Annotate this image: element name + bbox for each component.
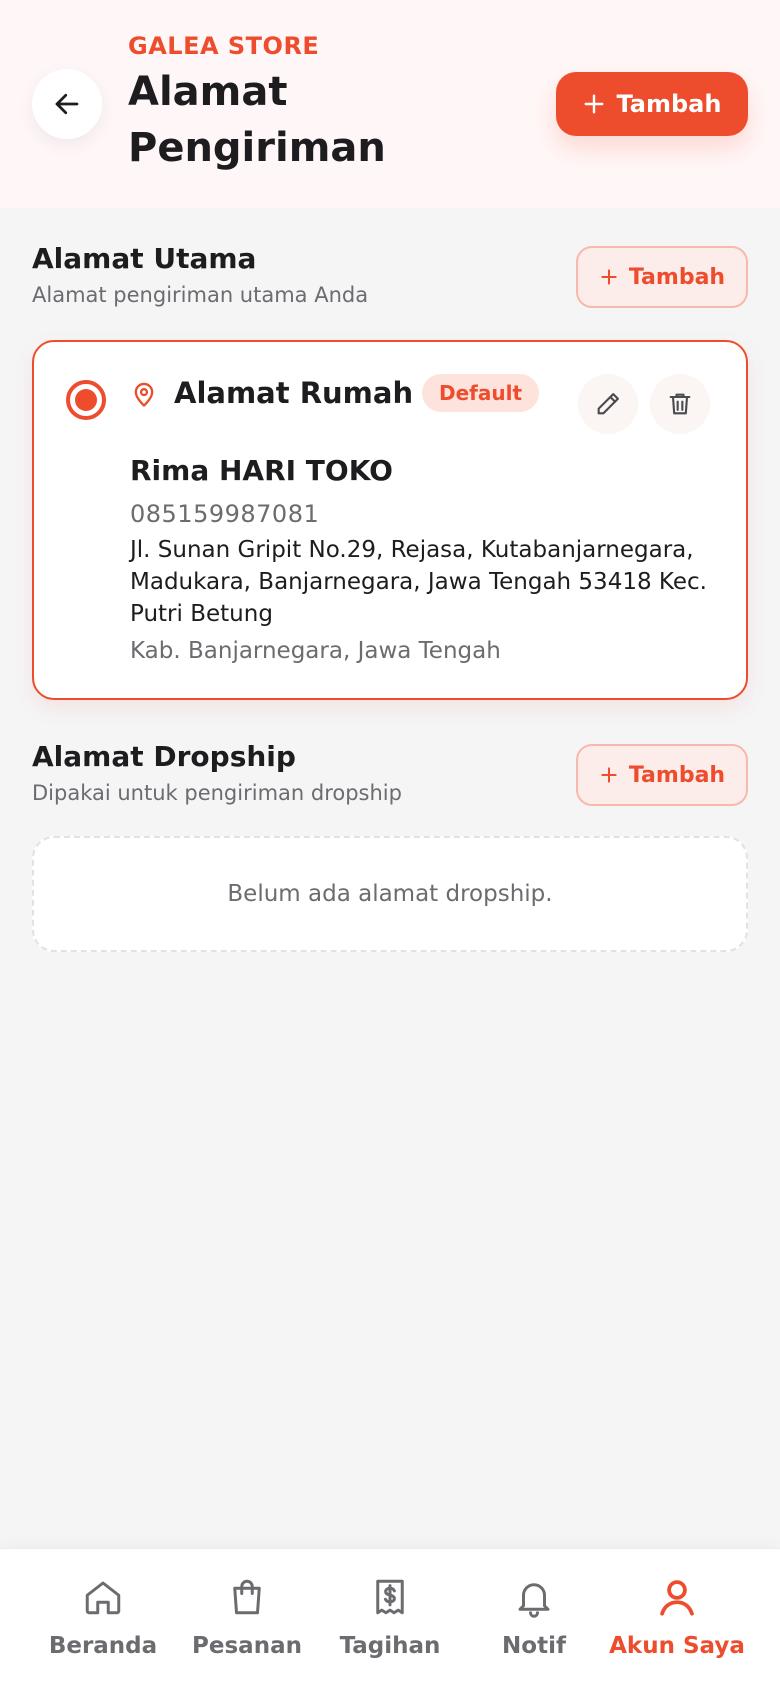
nav-item-beranda[interactable]: Beranda bbox=[25, 1549, 181, 1688]
nav-label-beranda: Beranda bbox=[48, 1633, 158, 1659]
back-button[interactable] bbox=[32, 69, 102, 139]
pencil-icon bbox=[597, 393, 619, 415]
primary-section-title: Alamat Utama bbox=[32, 242, 257, 275]
street-address: Jl. Sunan Gripit No.29, Rejasa, Kutabanj… bbox=[130, 537, 707, 627]
nav-item-akun-saya[interactable]: Akun Saya bbox=[599, 1549, 755, 1688]
nav-label-pesanan: Pesanan bbox=[192, 1633, 302, 1659]
address-radio[interactable] bbox=[66, 380, 106, 420]
address-region: Kab. Banjarnegara, Jawa Tengah bbox=[130, 638, 501, 664]
bell-icon bbox=[518, 1583, 550, 1618]
address-page: GALEA STORE Alamat Pengiriman Tambah Ala… bbox=[0, 0, 780, 1688]
dropship-section-subtitle: Dipakai untuk pengiriman dropship bbox=[32, 781, 402, 805]
home-icon bbox=[85, 1581, 121, 1615]
address-label: Alamat Rumah bbox=[174, 376, 414, 410]
recipient-name: Rima HARI TOKO bbox=[130, 454, 393, 487]
primary-section-subtitle: Alamat pengiriman utama Anda bbox=[32, 283, 369, 307]
radio-selected-dot bbox=[75, 389, 97, 411]
add-dropship-label: Tambah bbox=[628, 762, 726, 788]
nav-label-akun-saya: Akun Saya bbox=[609, 1633, 745, 1659]
plus-icon bbox=[601, 269, 617, 285]
store-name: GALEA STORE bbox=[128, 32, 320, 60]
add-address-button[interactable]: Tambah bbox=[556, 72, 748, 136]
user-icon bbox=[660, 1580, 694, 1616]
nav-label-notif: Notif bbox=[502, 1633, 566, 1659]
dropship-empty-text: Belum ada alamat dropship. bbox=[227, 881, 553, 907]
nav-item-pesanan[interactable]: Pesanan bbox=[169, 1549, 325, 1688]
address-card[interactable]: Alamat Rumah Default Rima HARI TOKO 0851… bbox=[32, 340, 748, 700]
page-title: Alamat Pengiriman bbox=[128, 69, 386, 171]
receipt-icon bbox=[376, 1579, 404, 1615]
dropship-empty-state: Belum ada alamat dropship. bbox=[32, 836, 748, 952]
plus-icon bbox=[601, 767, 617, 783]
map-pin-icon bbox=[134, 382, 154, 407]
add-primary-address-button[interactable]: Tambah bbox=[576, 246, 748, 308]
nav-label-tagihan: Tagihan bbox=[339, 1633, 441, 1659]
edit-address-button[interactable] bbox=[578, 374, 638, 434]
delete-address-button[interactable] bbox=[650, 374, 710, 434]
page-header: GALEA STORE Alamat Pengiriman Tambah bbox=[0, 0, 780, 208]
shopping-bag-icon bbox=[233, 1579, 261, 1615]
nav-item-notif[interactable]: Notif bbox=[456, 1549, 612, 1688]
plus-icon bbox=[584, 94, 603, 114]
add-address-label: Tambah bbox=[616, 90, 722, 118]
dropship-section-title: Alamat Dropship bbox=[32, 740, 296, 773]
add-primary-label: Tambah bbox=[628, 264, 726, 290]
default-badge: Default bbox=[422, 374, 540, 412]
recipient-phone: 085159987081 bbox=[130, 500, 320, 528]
trash-icon bbox=[669, 393, 691, 415]
bottom-nav: Beranda Pesanan Tagihan Notif Akun Saya bbox=[0, 1548, 780, 1688]
arrow-left-icon bbox=[55, 93, 79, 115]
add-dropship-address-button[interactable]: Tambah bbox=[576, 744, 748, 806]
nav-item-tagihan[interactable]: Tagihan bbox=[312, 1549, 468, 1688]
